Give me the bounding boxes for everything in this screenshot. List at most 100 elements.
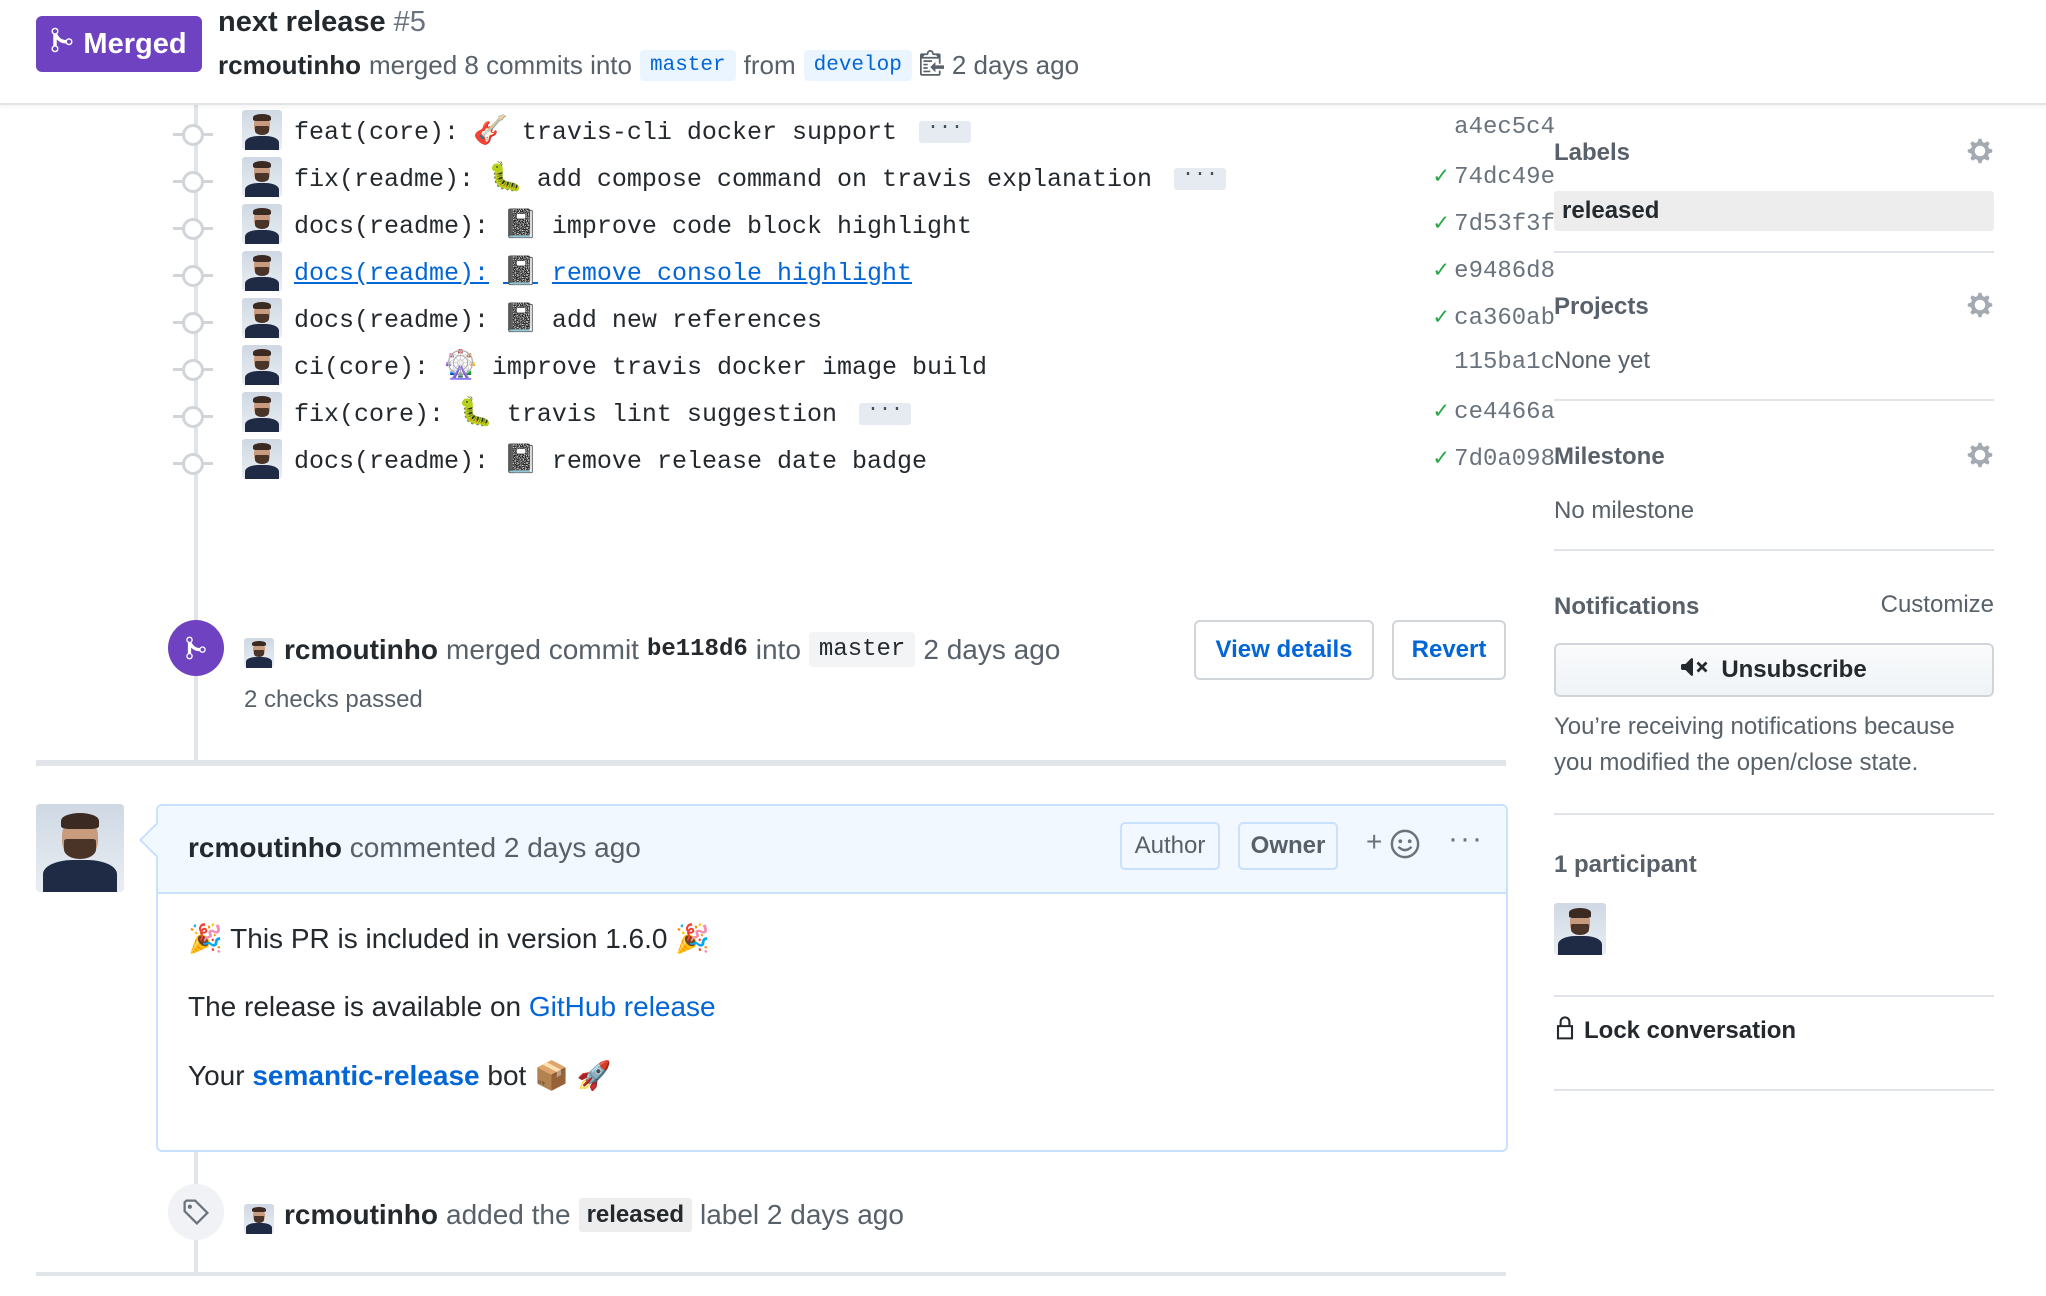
commit-text: add new references bbox=[551, 306, 822, 335]
commit-message-link[interactable]: ci(core): 🎡 improve travis docker image bu… bbox=[294, 348, 987, 383]
milestone-title[interactable]: Milestone bbox=[1554, 443, 1665, 471]
copy-branch-icon[interactable] bbox=[919, 48, 944, 83]
label-event-text: rcmoutinho added the released label 2 da… bbox=[284, 1198, 904, 1232]
expand-commit-button[interactable]: ··· bbox=[1174, 165, 1227, 191]
participant-avatar[interactable] bbox=[1554, 903, 1606, 955]
merge-into: into bbox=[755, 633, 801, 665]
commit-row: ci(core): 🎡 improve travis docker image bu… bbox=[160, 345, 1555, 395]
customize-link[interactable]: Customize bbox=[1881, 591, 1994, 619]
commit-message-link[interactable]: feat(core): 🎸 travis-cli docker support ··· bbox=[294, 113, 971, 148]
participants-section: 1 participant bbox=[1554, 813, 1994, 997]
commit-sha-link[interactable]: a4ec5c4 bbox=[1454, 114, 1555, 141]
commit-sha-link[interactable]: 7d53f3f bbox=[1454, 211, 1555, 238]
projects-section: Projects None yet bbox=[1554, 263, 1994, 401]
gear-icon[interactable] bbox=[1966, 291, 1994, 319]
github-release-link[interactable]: GitHub release bbox=[529, 991, 716, 1022]
release-available-line: The release is available on GitHub relea… bbox=[188, 991, 716, 1023]
commit-author-avatar[interactable] bbox=[242, 251, 282, 291]
release-line: 🎉 This PR is included in version 1.6.0 🎉 bbox=[188, 922, 716, 955]
projects-value: None yet bbox=[1554, 347, 1651, 374]
comment-header: rcmoutinho commented 2 days ago Author O… bbox=[158, 806, 1506, 894]
commit-message-link[interactable]: docs(readme): 📓 remove console highlight bbox=[294, 254, 912, 289]
unsubscribe-button[interactable]: Unsubscribe bbox=[1554, 643, 1994, 697]
owner-badge: Owner bbox=[1238, 822, 1338, 870]
git-commit-icon bbox=[173, 218, 213, 240]
view-details-button[interactable]: View details bbox=[1194, 620, 1374, 680]
commit-emoji: 🎡 bbox=[443, 352, 478, 383]
add-reaction-button[interactable]: + bbox=[1366, 826, 1420, 859]
comment-action[interactable]: commented 2 days ago bbox=[350, 832, 641, 863]
gear-icon[interactable] bbox=[1966, 441, 1994, 469]
gear-icon[interactable] bbox=[1966, 137, 1994, 165]
merge-author-link[interactable]: rcmoutinho bbox=[284, 634, 438, 666]
commit-message-link[interactable]: docs(readme): 📓 remove release date badge bbox=[294, 442, 927, 477]
check-icon[interactable]: ✓ bbox=[1434, 258, 1448, 285]
commit-author-avatar[interactable] bbox=[242, 392, 282, 432]
commit-author-avatar[interactable] bbox=[242, 439, 282, 479]
pr-title: next release #5 bbox=[218, 6, 426, 39]
comment-author-avatar[interactable] bbox=[36, 804, 124, 892]
projects-title[interactable]: Projects bbox=[1554, 293, 1649, 321]
commit-author-avatar[interactable] bbox=[242, 345, 282, 385]
commit-sha-link[interactable]: e9486d8 bbox=[1454, 258, 1555, 285]
party-emoji: 🎉 bbox=[188, 923, 223, 954]
sidebar-label-released[interactable]: released bbox=[1554, 191, 1994, 231]
comment-more-button[interactable]: ··· bbox=[1448, 822, 1484, 856]
commit-text: improve travis docker image build bbox=[491, 353, 987, 382]
notifications-reason: You’re receiving notifications because y… bbox=[1554, 713, 1955, 776]
expand-commit-button[interactable]: ··· bbox=[918, 118, 971, 144]
merge-time: 2 days ago bbox=[923, 633, 1061, 665]
commit-message-link[interactable]: docs(readme): 📓 add new references bbox=[294, 301, 822, 336]
commit-text: remove release date badge bbox=[551, 447, 927, 476]
check-icon[interactable]: ✓ bbox=[1434, 399, 1448, 426]
revert-button[interactable]: Revert bbox=[1392, 620, 1506, 680]
commit-message-link[interactable]: fix(core): 🐛 travis lint suggestion ··· bbox=[294, 395, 911, 430]
commit-type: ci(core): bbox=[294, 353, 430, 382]
merge-event: rcmoutinho merged commit be118d6 into ma… bbox=[168, 620, 1508, 720]
label-author-link[interactable]: rcmoutinho bbox=[284, 1199, 438, 1231]
tag-icon bbox=[168, 1184, 224, 1240]
commit-row: feat(core): 🎸 travis-cli docker support ···… bbox=[160, 110, 1555, 160]
released-label[interactable]: released bbox=[578, 1198, 692, 1232]
merge-target-branch[interactable]: master bbox=[808, 632, 916, 667]
commit-emoji: 📓 bbox=[503, 305, 538, 336]
commit-author-avatar[interactable] bbox=[242, 204, 282, 244]
avatar[interactable] bbox=[244, 1204, 274, 1234]
pr-author-link[interactable]: rcmoutinho bbox=[218, 50, 361, 81]
expand-commit-button[interactable]: ··· bbox=[858, 400, 911, 426]
check-icon[interactable]: ✓ bbox=[1434, 164, 1448, 191]
check-icon[interactable]: ✓ bbox=[1434, 305, 1448, 332]
check-icon[interactable]: ✓ bbox=[1434, 446, 1448, 473]
commit-emoji: 📓 bbox=[503, 258, 538, 289]
lock-conversation-link[interactable]: Lock conversation bbox=[1554, 1013, 1796, 1048]
commit-sha-link[interactable]: 115ba1c bbox=[1454, 349, 1555, 376]
commit-status: ✓ 7d0a098 bbox=[1415, 443, 1555, 473]
author-badge: Author bbox=[1120, 822, 1220, 870]
commit-type: docs(readme): bbox=[294, 212, 490, 241]
commit-author-avatar[interactable] bbox=[242, 157, 282, 197]
label-suffix: label 2 days ago bbox=[699, 1199, 904, 1230]
commit-sha-link[interactable]: ca360ab bbox=[1454, 305, 1555, 332]
commit-message-link[interactable]: fix(readme): 🐛 add compose command on trav… bbox=[294, 160, 1227, 195]
head-branch[interactable]: develop bbox=[803, 50, 912, 81]
commit-author-avatar[interactable] bbox=[242, 110, 282, 150]
labels-title[interactable]: Labels bbox=[1554, 139, 1630, 167]
timeline-divider bbox=[36, 760, 1506, 766]
commit-status: ✓ e9486d8 bbox=[1415, 255, 1555, 285]
check-icon[interactable]: ✓ bbox=[1434, 211, 1448, 238]
avatar[interactable] bbox=[244, 638, 274, 668]
base-branch[interactable]: master bbox=[639, 50, 736, 81]
semantic-release-link[interactable]: semantic-release bbox=[252, 1060, 479, 1091]
commit-message-link[interactable]: docs(readme): 📓 improve code block highlig… bbox=[294, 207, 972, 242]
commit-sha-link[interactable]: 7d0a098 bbox=[1454, 446, 1555, 473]
pr-action-text: merged 8 commits into bbox=[369, 50, 632, 80]
comment-body: 🎉 This PR is included in version 1.6.0 🎉… bbox=[188, 922, 716, 1128]
merge-commit-sha[interactable]: be118d6 bbox=[647, 636, 748, 663]
smiley-icon bbox=[1390, 826, 1420, 858]
commit-sha-link[interactable]: 74dc49e bbox=[1454, 164, 1555, 191]
git-commit-icon bbox=[173, 312, 213, 334]
comment-author-link[interactable]: rcmoutinho bbox=[188, 832, 342, 863]
commit-type: fix(readme): bbox=[294, 165, 475, 194]
commit-sha-link[interactable]: ce4466a bbox=[1454, 399, 1555, 426]
commit-author-avatar[interactable] bbox=[242, 298, 282, 338]
